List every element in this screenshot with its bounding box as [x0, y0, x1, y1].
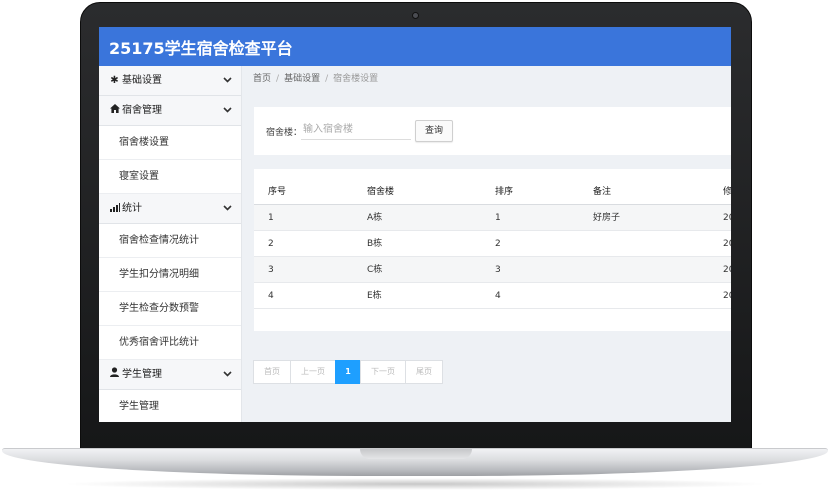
table-header-row: 序号 宿舍楼 排序 备注 修: [254, 179, 731, 205]
table-cell: 1: [495, 213, 501, 223]
laptop-base: [2, 448, 828, 476]
table-cell: 好房子: [593, 213, 621, 223]
sidebar-item-room-settings[interactable]: 寝室设置: [99, 160, 241, 194]
sidebar-group-label: 基础设置: [122, 75, 162, 86]
home-icon: [109, 96, 120, 126]
table-cell: 20: [723, 291, 731, 301]
sidebar-group-label: 统计: [122, 203, 142, 214]
search-card: 宿舍楼： 查询: [254, 107, 731, 155]
user-icon: [109, 360, 120, 390]
table-cell: A栋: [367, 213, 383, 223]
column-header: 序号: [268, 187, 287, 197]
data-table: 序号 宿舍楼 排序 备注 修 1 A栋 1 好房子 20 2 B栋 2 20: [254, 179, 731, 309]
first-page-button[interactable]: 首页: [253, 360, 291, 384]
sidebar-group-label: 宿舍管理: [122, 105, 162, 116]
sidebar-item-student-management[interactable]: 学生管理: [99, 390, 241, 422]
breadcrumb-section[interactable]: 基础设置: [284, 74, 320, 84]
sidebar-item-building-settings[interactable]: 宿舍楼设置: [99, 126, 241, 160]
search-button[interactable]: 查询: [415, 120, 453, 142]
chevron-down-icon: [223, 194, 232, 224]
sidebar-group-student-management[interactable]: 学生管理: [99, 360, 241, 390]
table-cell: E栋: [367, 291, 382, 301]
prev-page-button[interactable]: 上一页: [290, 360, 336, 384]
table-cell: 20: [723, 265, 731, 275]
data-table-card: 序号 宿舍楼 排序 备注 修 1 A栋 1 好房子 20 2 B栋 2 20: [254, 169, 731, 331]
table-row[interactable]: 2 B栋 2 20: [254, 231, 731, 257]
chevron-down-icon: [223, 360, 232, 390]
app-title: 25175学生宿舍检查平台: [109, 39, 293, 58]
search-label: 宿舍楼：: [266, 128, 303, 138]
app-header: 25175学生宿舍检查平台: [99, 27, 731, 66]
pagination: 首页 上一页 1 下一页 尾页: [253, 360, 443, 384]
table-cell: 3: [268, 265, 274, 275]
table-cell: 4: [268, 291, 274, 301]
table-cell: C栋: [367, 265, 383, 275]
sidebar-group-dorm-management[interactable]: 宿舍管理: [99, 96, 241, 126]
camera-icon: [412, 12, 419, 19]
sidebar: ✱ 基础设置 宿舍管理 宿舍楼设置 寝室设置 统计 宿舍检查情况统计 学生扣分情况…: [99, 66, 242, 422]
table-cell: 2: [495, 239, 501, 249]
chevron-down-icon: [223, 96, 232, 126]
sidebar-item-excellent-dorm-stats[interactable]: 优秀宿舍评比统计: [99, 326, 241, 360]
column-header: 宿舍楼: [367, 187, 395, 197]
sidebar-item-deduction-details[interactable]: 学生扣分情况明细: [99, 258, 241, 292]
search-input[interactable]: [301, 120, 411, 140]
table-cell: 4: [495, 291, 501, 301]
table-row[interactable]: 1 A栋 1 好房子 20: [254, 205, 731, 231]
chevron-down-icon: [223, 66, 232, 96]
table-cell: 1: [268, 213, 274, 223]
column-header: 备注: [593, 187, 612, 197]
column-header: 修: [723, 187, 731, 197]
breadcrumb: 首页 / 基础设置 / 宿舍楼设置: [253, 74, 379, 84]
sidebar-group-label: 学生管理: [122, 369, 162, 380]
page-1-button[interactable]: 1: [335, 360, 361, 384]
table-cell: 20: [723, 213, 731, 223]
gear-icon: ✱: [110, 75, 119, 86]
sidebar-item-score-warning[interactable]: 学生检查分数预警: [99, 292, 241, 326]
last-page-button[interactable]: 尾页: [405, 360, 443, 384]
table-cell: 3: [495, 265, 501, 275]
screen: 25175学生宿舍检查平台 ✱基础设置 宿舍管理 宿舍楼设置 寝室设置 统计: [99, 27, 731, 422]
table-cell: B栋: [367, 239, 383, 249]
sidebar-item-inspection-stats[interactable]: 宿舍检查情况统计: [99, 224, 241, 258]
table-cell: 2: [268, 239, 274, 249]
table-row[interactable]: 3 C栋 3 20: [254, 257, 731, 283]
table-cell: 20: [723, 239, 731, 249]
sidebar-group-statistics[interactable]: 统计: [99, 194, 241, 224]
laptop-notch: [360, 449, 472, 459]
next-page-button[interactable]: 下一页: [360, 360, 406, 384]
laptop-shadow: [60, 478, 770, 490]
bar-chart-icon: [109, 203, 120, 212]
breadcrumb-current: 宿舍楼设置: [333, 74, 379, 84]
table-row[interactable]: 4 E栋 4 20: [254, 283, 731, 309]
sidebar-group-basic-settings[interactable]: ✱ 基础设置: [99, 66, 241, 96]
breadcrumb-home[interactable]: 首页: [253, 74, 271, 84]
column-header: 排序: [495, 187, 514, 197]
